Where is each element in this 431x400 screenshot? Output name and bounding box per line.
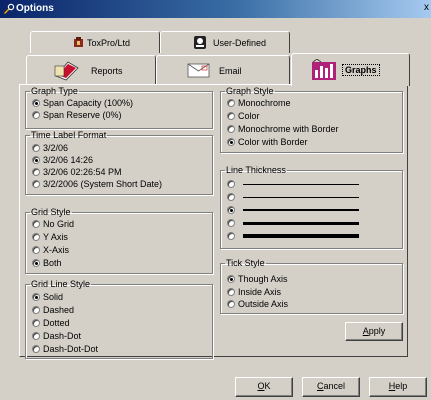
radio-button[interactable] <box>32 246 40 254</box>
radio-button[interactable] <box>32 220 40 228</box>
tab-user-defined[interactable]: User-Defined <box>160 31 290 53</box>
radio-button[interactable] <box>227 288 235 296</box>
tab-email[interactable]: Email <box>156 55 290 84</box>
radio-label: Color with Border <box>238 137 308 147</box>
radio-label: Dashed <box>43 305 75 315</box>
radio-button[interactable] <box>227 112 235 120</box>
radio-label: Though Axis <box>238 274 288 284</box>
radio-label: Dash-Dot-Dot <box>43 344 99 354</box>
line-thickness-4-sample <box>243 222 359 225</box>
radio-label: No Grid <box>43 219 75 229</box>
cancel-button[interactable]: Cancel <box>302 377 360 397</box>
help-button[interactable]: Help <box>369 377 427 397</box>
ok-button[interactable]: OK <box>235 377 293 397</box>
radio-label: Inside Axis <box>238 287 282 297</box>
radio-label: Span Reserve (0%) <box>43 110 122 120</box>
graph-type-title: Graph Type <box>31 86 78 96</box>
tab-toxpro-ltd[interactable]: ToxPro/Ltd <box>30 31 160 53</box>
radio-button[interactable] <box>227 275 235 283</box>
radio-button[interactable] <box>227 232 235 240</box>
tab-user-defined-label: User-Defined <box>213 38 267 48</box>
radio-button[interactable] <box>227 180 235 188</box>
radio-label: 3/2/06 02:26:54 PM <box>43 167 122 177</box>
radio-label: 3/2/2006 (System Short Date) <box>43 179 163 189</box>
radio-button[interactable] <box>32 345 40 353</box>
line-thickness-3-radio[interactable] <box>227 206 377 217</box>
radio-button[interactable] <box>227 125 235 133</box>
radio-label: Both <box>43 258 62 268</box>
radio-button[interactable] <box>32 293 40 301</box>
time-label-format-title: Time Label Format <box>31 130 107 140</box>
radio-label: Y Axis <box>43 232 68 242</box>
grid-style-title: Grid Style <box>31 207 71 217</box>
radio-label: Dotted <box>43 318 70 328</box>
line-thickness-2-sample <box>243 197 359 198</box>
toxpro-icon <box>74 37 83 47</box>
title-bar[interactable]: Options x <box>0 0 431 18</box>
apply-button[interactable]: Apply <box>345 322 403 341</box>
cancel-button-label: Cancel <box>316 381 345 391</box>
radio-button[interactable] <box>32 319 40 327</box>
radio-label: Monochrome <box>238 98 291 108</box>
line-thickness-1-radio[interactable] <box>227 180 377 191</box>
radio-button[interactable] <box>227 138 235 146</box>
radio-button[interactable] <box>227 193 235 201</box>
radio-button[interactable] <box>32 111 40 119</box>
ok-button-label: OK <box>257 381 271 391</box>
radio-button[interactable] <box>32 233 40 241</box>
line-thickness-2-radio[interactable] <box>227 193 377 204</box>
graph-style-title: Graph Style <box>226 86 274 96</box>
tab-graphs[interactable]: Graphs <box>291 53 410 86</box>
radio-button[interactable] <box>32 180 40 188</box>
radio-label: Color <box>238 111 260 121</box>
radio-label: 3/2/06 14:26 <box>43 155 94 165</box>
line-thickness-title: Line Thickness <box>226 165 286 175</box>
radio-label: Dash-Dot <box>43 331 82 341</box>
line-thickness-4-radio[interactable] <box>227 219 377 230</box>
radio-label: 3/2/06 <box>43 143 69 153</box>
grid-line-style-title: Grid Line Style <box>31 279 91 289</box>
radio-button[interactable] <box>32 332 40 340</box>
radio-button[interactable] <box>32 168 40 176</box>
radio-button[interactable] <box>227 206 235 214</box>
options-app-icon <box>3 3 15 15</box>
user-defined-icon <box>194 36 206 49</box>
radio-button[interactable] <box>32 99 40 107</box>
tab-email-label: Email <box>219 66 242 76</box>
radio-label: X-Axis <box>43 245 70 255</box>
apply-button-label: Apply <box>362 326 386 336</box>
tab-toxpro-label: ToxPro/Ltd <box>87 38 131 48</box>
window-title: Options <box>16 3 54 14</box>
radio-button[interactable] <box>227 99 235 107</box>
line-thickness-5-sample <box>243 234 359 238</box>
radio-label: Solid <box>43 292 64 302</box>
line-thickness-5-radio[interactable] <box>227 232 377 243</box>
radio-button[interactable] <box>32 156 40 164</box>
radio-button[interactable] <box>32 259 40 267</box>
line-thickness-1-sample <box>243 184 359 185</box>
close-icon[interactable]: x <box>424 2 429 13</box>
graphs-icon <box>312 59 336 80</box>
tab-graphs-label: Graphs <box>342 64 380 76</box>
help-button-label: Help <box>388 381 408 391</box>
tick-style-title: Tick Style <box>226 258 265 268</box>
email-icon <box>187 63 210 78</box>
tab-reports-label: Reports <box>91 66 123 76</box>
radio-button[interactable] <box>227 300 235 308</box>
options-dialog: Options x ToxPro/Ltd User-Defined Report… <box>0 0 431 400</box>
radio-label: Outside Axis <box>238 299 289 309</box>
radio-button[interactable] <box>227 219 235 227</box>
radio-label: Monochrome with Border <box>238 124 339 134</box>
reports-icon <box>54 61 79 81</box>
radio-button[interactable] <box>32 144 40 152</box>
radio-button[interactable] <box>32 306 40 314</box>
line-thickness-3-sample <box>243 209 359 211</box>
graph-type-group: Graph Type <box>25 87 213 129</box>
tab-reports[interactable]: Reports <box>26 55 156 84</box>
radio-label: Span Capacity (100%) <box>43 98 134 108</box>
